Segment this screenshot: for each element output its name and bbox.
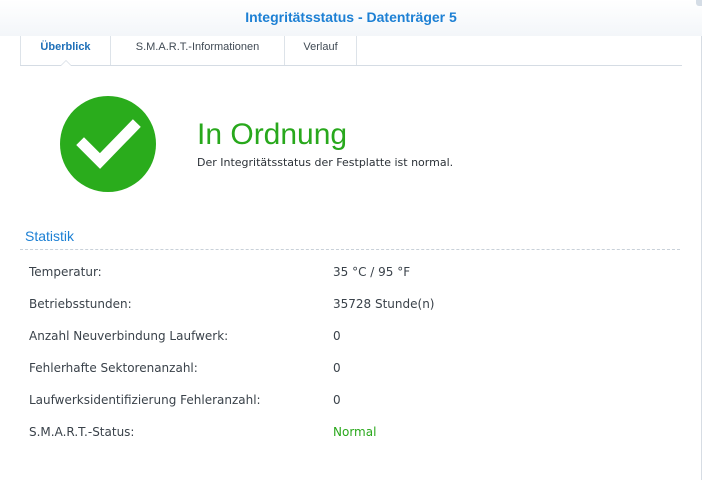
stat-value: 0 [333,329,341,343]
stat-label: Anzahl Neuverbindung Laufwerk: [29,329,229,343]
smart-status-value: Normal [333,425,377,439]
window-corner-mark [696,0,702,6]
health-status-description: Der Integritätsstatus der Festplatte ist… [197,156,454,169]
stat-row-smart-status: S.M.A.R.T.-Status: Normal [29,425,669,441]
stat-value: 0 [333,361,341,375]
statistics-divider [20,249,680,250]
tab-history[interactable]: Verlauf [285,36,357,65]
tab-smart-info-label: S.M.A.R.T.-Informationen [135,41,260,53]
tab-history-label: Verlauf [303,41,338,53]
window-titlebar[interactable]: Integritätsstatus - Datenträger 5 [0,0,702,36]
active-tab-pointer [60,60,72,66]
stat-label: Laufwerksidentifizierung Fehleranzahl: [29,393,261,407]
tab-overview-label: Überblick [40,41,91,53]
stat-label: Temperatur: [29,265,102,279]
stat-label: Fehlerhafte Sektorenanzahl: [29,361,198,375]
window-title: Integritätsstatus - Datenträger 5 [245,9,457,25]
stat-label: Betriebsstunden: [29,297,132,311]
stat-row-identify-errors: Laufwerksidentifizierung Fehleranzahl: 0 [29,393,669,409]
stat-value: 35 °C / 95 °F [333,265,411,279]
stat-value: 35728 Stunde(n) [333,297,435,311]
stat-value: 0 [333,393,341,407]
stat-label: S.M.A.R.T.-Status: [29,425,135,439]
tab-smart-info[interactable]: S.M.A.R.T.-Informationen [111,36,285,65]
stat-row-temperature: Temperatur: 35 °C / 95 °F [29,265,669,281]
stat-row-bad-sectors: Fehlerhafte Sektorenanzahl: 0 [29,361,669,377]
statistics-section-title: Statistik [25,228,75,244]
stat-row-operating-hours: Betriebsstunden: 35728 Stunde(n) [29,297,669,313]
stat-row-reconnect-count: Anzahl Neuverbindung Laufwerk: 0 [29,329,669,345]
checkmark-circle-icon [60,96,156,192]
health-status-headline: In Ordnung [197,118,348,151]
health-status-window: Integritätsstatus - Datenträger 5 Überbl… [0,0,702,480]
tab-bar: Überblick S.M.A.R.T.-Informationen Verla… [20,36,682,66]
